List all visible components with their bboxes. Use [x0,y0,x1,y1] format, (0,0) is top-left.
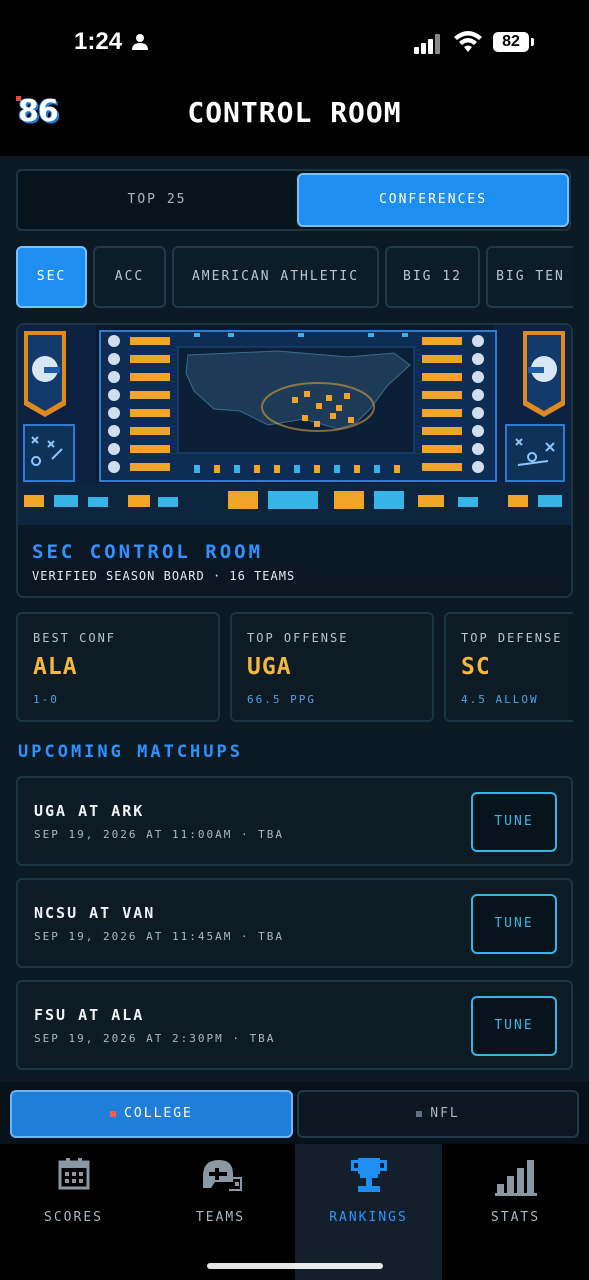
chip-acc[interactable]: ACC [93,246,166,308]
stat-value: ALA [33,654,78,680]
hero-subtitle: VERIFIED SEASON BOARD · 16 TEAMS [32,569,296,583]
chip-big-12[interactable]: BIG 12 [385,246,480,308]
stat-value: UGA [247,654,292,680]
stat-sub: 1-0 [33,693,59,706]
page-title: CONTROL ROOM [187,96,402,129]
stat-card-top-defense[interactable]: TOP DEFENSE SC 4.5 ALLOW [444,612,573,722]
chip-american-athletic[interactable]: AMERICAN ATHLETIC [172,246,379,308]
status-time: 1:24 [74,28,123,55]
hero-title: SEC CONTROL ROOM [32,541,264,563]
view-segmented-control: TOP 25 CONFERENCES [16,169,571,231]
matchup-card[interactable]: FSU AT ALA SEP 19, 2026 AT 2:30PM · TBA … [16,980,573,1070]
league-college-label: COLLEGE [124,1106,193,1121]
conference-hero-card[interactable]: SEC CONTROL ROOM VERIFIED SEASON BOARD ·… [16,323,573,598]
calendar-icon [58,1158,89,1190]
bottom-tab-bar: SCORES TEAMS RANKINGS STATS [0,1144,589,1280]
matchup-time: SEP 19, 2026 AT 2:30PM · TBA [34,1032,276,1045]
matchup-time: SEP 19, 2026 AT 11:00AM · TBA [34,828,285,841]
stat-card-top-offense[interactable]: TOP OFFENSE UGA 66.5 PPG [230,612,434,722]
tune-button[interactable]: TUNE [471,894,557,954]
stat-label: TOP DEFENSE [461,631,563,645]
matchup-title: NCSU AT VAN [34,904,156,922]
league-college-button[interactable]: COLLEGE [10,1090,293,1138]
tab-scores[interactable]: SCORES [0,1144,147,1280]
tab-label: RANKINGS [329,1210,408,1225]
nfl-indicator-icon [416,1110,423,1117]
segment-top-25[interactable]: TOP 25 [20,173,294,227]
wifi-icon [454,31,482,52]
tab-label: SCORES [44,1210,103,1225]
stat-sub: 4.5 ALLOW [461,693,539,706]
tune-button[interactable]: TUNE [471,792,557,852]
stat-label: BEST CONF [33,631,117,645]
person-icon [132,34,148,50]
tab-stats[interactable]: STATS [442,1144,589,1280]
tune-button[interactable]: TUNE [471,996,557,1056]
stat-value: SC [461,654,491,680]
league-toggle: COLLEGE NFL [0,1082,589,1144]
stat-label: TOP OFFENSE [247,631,349,645]
cellular-signal-icon [414,34,440,54]
matchup-time: SEP 19, 2026 AT 11:45AM · TBA [34,930,285,943]
bar-chart-icon [494,1160,537,1196]
league-nfl-label: NFL [430,1106,460,1121]
chip-sec[interactable]: SEC [16,246,87,308]
upcoming-matchups-heading: UPCOMING MATCHUPS [18,742,243,762]
chip-big-ten[interactable]: BIG TEN [486,246,573,308]
tab-teams[interactable]: TEAMS [147,1144,294,1280]
trophy-icon [350,1158,387,1192]
matchup-card[interactable]: NCSU AT VAN SEP 19, 2026 AT 11:45AM · TB… [16,878,573,968]
helmet-icon [202,1160,242,1191]
matchup-card[interactable]: UGA AT ARK SEP 19, 2026 AT 11:00AM · TBA… [16,776,573,866]
battery-indicator: 82 [493,32,534,52]
tab-rankings[interactable]: RANKINGS [295,1144,442,1280]
segment-conferences[interactable]: CONFERENCES [297,173,569,227]
league-nfl-button[interactable]: NFL [297,1090,579,1138]
tab-label: TEAMS [195,1210,246,1225]
tab-label: STATS [490,1210,541,1225]
home-indicator [207,1263,383,1269]
college-indicator-icon [110,1110,117,1117]
stat-sub: 66.5 PPG [247,693,316,706]
stat-card-best-conf[interactable]: BEST CONF ALA 1-0 [16,612,220,722]
control-room-illustration [18,325,571,525]
matchup-title: UGA AT ARK [34,802,145,820]
status-bar: 1:24 82 [0,0,589,88]
app-header: 86 CONTROL ROOM [0,88,589,156]
matchup-title: FSU AT ALA [34,1006,145,1024]
